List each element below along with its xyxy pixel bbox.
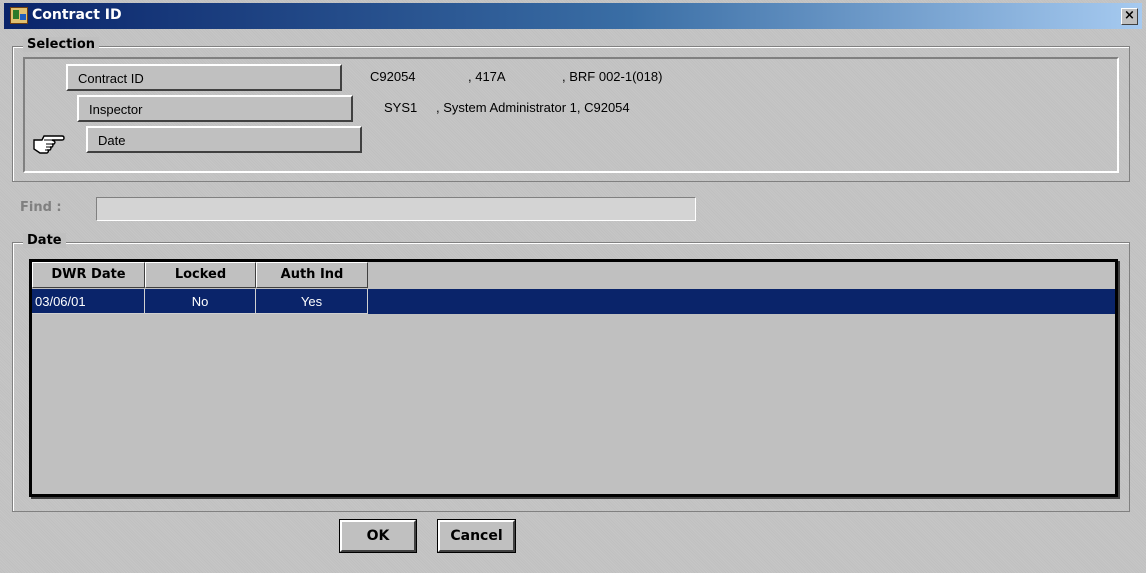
cell-locked: No (145, 289, 256, 314)
column-header-dwr-date[interactable]: DWR Date (32, 262, 145, 288)
date-button[interactable]: Date (86, 126, 362, 153)
date-selection-label: Date (98, 133, 126, 148)
find-input[interactable] (96, 197, 696, 221)
column-header-locked[interactable]: Locked (145, 262, 256, 288)
inspector-name-value: , System Administrator 1, C92054 (436, 100, 630, 115)
inspector-button[interactable]: Inspector (77, 95, 353, 122)
inspector-id-value: SYS1 (384, 100, 418, 115)
contract-project-value: , BRF 002-1(018) (562, 69, 663, 84)
selection-group-label: Selection (23, 37, 100, 52)
inspector-label: Inspector (89, 102, 143, 117)
date-grid[interactable]: DWR Date Locked Auth Ind 03/06/01 No Yes (29, 259, 1118, 497)
find-label: Find : (20, 200, 62, 215)
column-header-auth-ind[interactable]: Auth Ind (256, 262, 368, 288)
cancel-button[interactable]: Cancel (437, 519, 516, 553)
grid-header: DWR Date Locked Auth Ind (32, 262, 368, 288)
title-bar: Contract ID × (4, 3, 1142, 29)
contract-id-value: C92054 (370, 69, 416, 84)
ok-button[interactable]: OK (339, 519, 417, 553)
contract-id-dialog: Contract ID × Selection Contract ID C920… (0, 0, 1146, 573)
contract-id-label: Contract ID (78, 71, 144, 86)
cell-auth-ind: Yes (256, 289, 368, 314)
date-group-label: Date (23, 233, 66, 248)
table-row[interactable]: 03/06/01 No Yes (32, 289, 1115, 314)
pointing-hand-icon (33, 135, 65, 154)
close-button[interactable]: × (1121, 8, 1138, 25)
contract-code-value: , 417A (468, 69, 506, 84)
cell-dwr-date: 03/06/01 (32, 289, 145, 314)
window-title: Contract ID (32, 7, 122, 23)
contract-id-button[interactable]: Contract ID (66, 64, 342, 91)
app-icon (10, 7, 28, 24)
